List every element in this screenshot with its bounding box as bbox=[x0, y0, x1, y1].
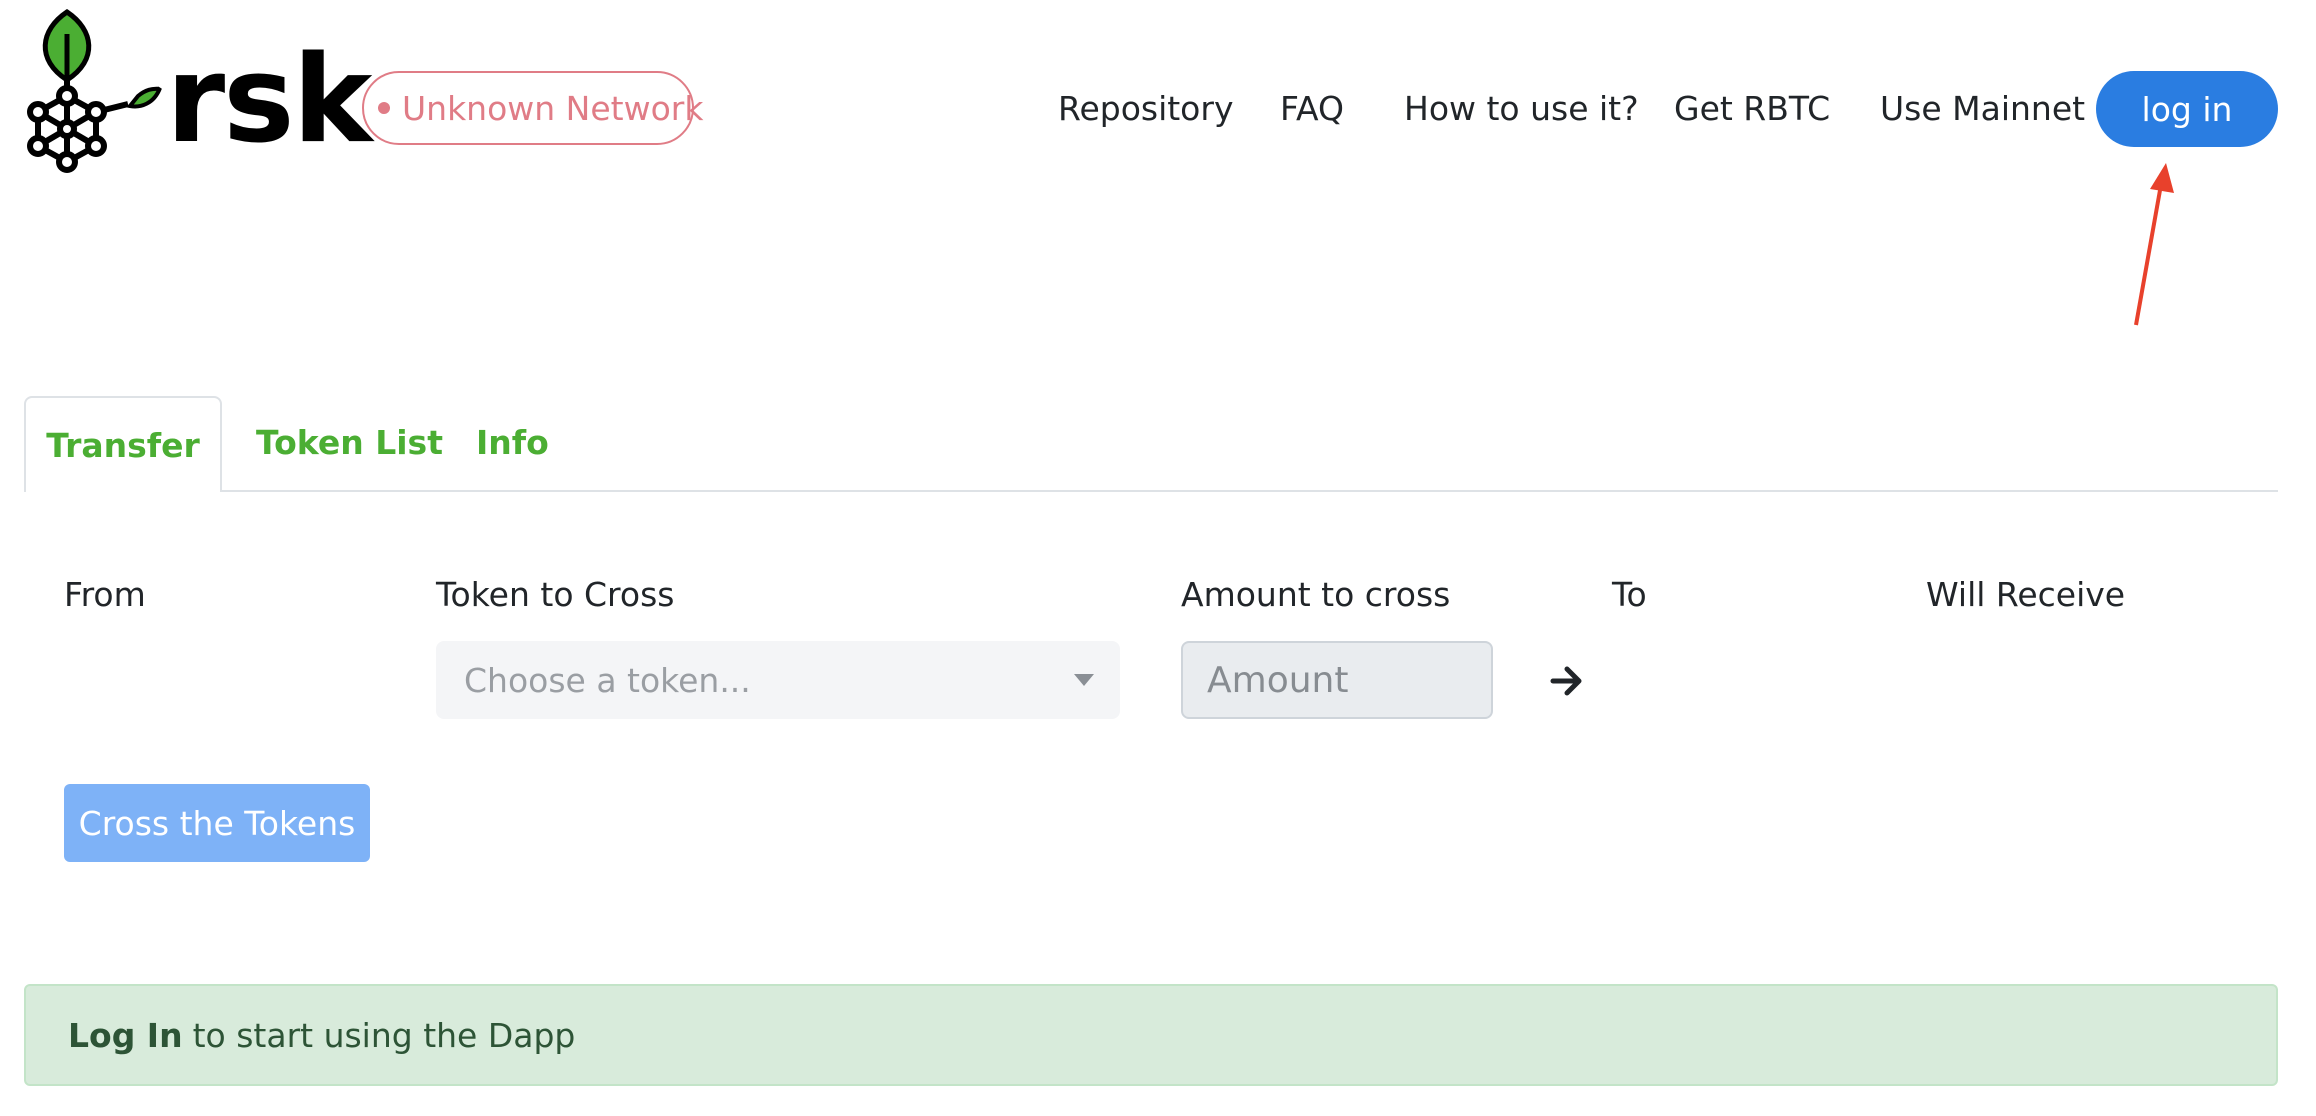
login-button[interactable]: log in bbox=[2096, 71, 2278, 147]
rsk-tree-logo-icon bbox=[27, 8, 162, 173]
from-label: From bbox=[64, 575, 146, 614]
tab-transfer[interactable]: Transfer bbox=[24, 396, 222, 492]
alert-login-link[interactable]: Log In bbox=[68, 1016, 183, 1055]
nav-link-how-to-use[interactable]: How to use it? bbox=[1404, 84, 1639, 134]
annotation-arrow-icon bbox=[2134, 163, 2174, 326]
tab-token-list[interactable]: Token List bbox=[256, 396, 443, 490]
page: rsk Unknown Network Repository FAQ How t… bbox=[0, 0, 2316, 1116]
rsk-logo[interactable]: rsk bbox=[20, 8, 372, 183]
amount-to-cross-label: Amount to cross bbox=[1181, 575, 1451, 614]
logo-wordmark: rsk bbox=[166, 31, 372, 170]
network-status-badge: Unknown Network bbox=[362, 71, 703, 145]
nav-link-faq[interactable]: FAQ bbox=[1280, 84, 1344, 134]
nav-link-use-mainnet[interactable]: Use Mainnet bbox=[1880, 84, 2085, 134]
will-receive-label: Will Receive bbox=[1926, 575, 2126, 614]
nav-link-repository[interactable]: Repository bbox=[1058, 84, 1233, 134]
alert-message: to start using the Dapp bbox=[192, 1015, 576, 1055]
token-select[interactable]: Choose a token... bbox=[436, 641, 1120, 719]
token-select-placeholder: Choose a token... bbox=[464, 660, 751, 700]
amount-input[interactable] bbox=[1181, 641, 1493, 719]
nav-link-get-rbtc[interactable]: Get RBTC bbox=[1674, 84, 1830, 134]
login-alert: Log In to start using the Dapp bbox=[24, 984, 2278, 1086]
arrow-right-icon bbox=[1550, 666, 1582, 696]
token-to-cross-label: Token to Cross bbox=[436, 575, 675, 614]
tabs-divider bbox=[24, 490, 2278, 492]
status-dot-icon bbox=[378, 102, 390, 114]
tab-info[interactable]: Info bbox=[476, 396, 549, 490]
to-label: To bbox=[1612, 575, 1647, 614]
network-status-label: Unknown Network bbox=[402, 88, 704, 128]
cross-tokens-button[interactable]: Cross the Tokens bbox=[64, 784, 370, 862]
chevron-down-icon bbox=[1074, 674, 1094, 686]
